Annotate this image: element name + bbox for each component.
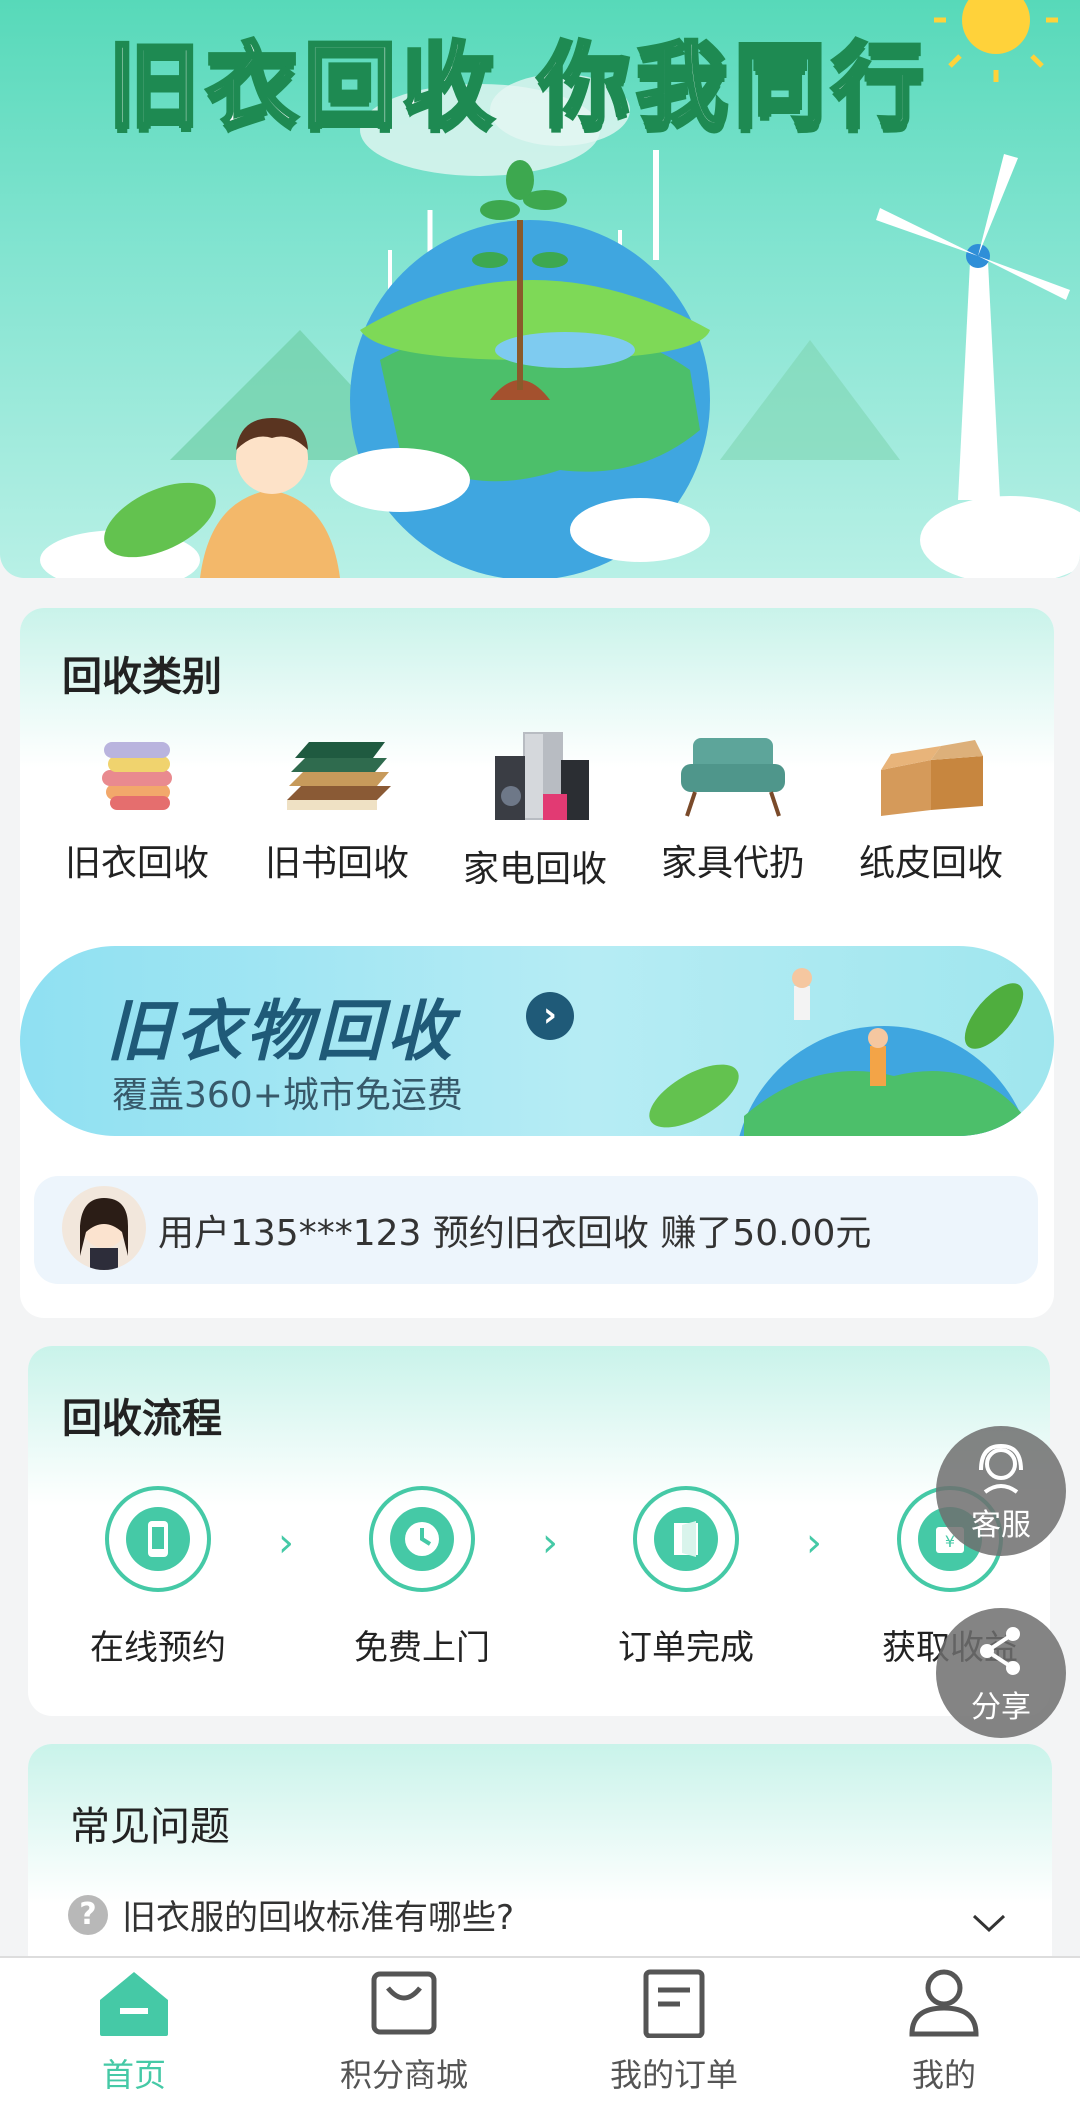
- step-order-complete: 订单完成: [586, 1486, 786, 1669]
- process-card: 回收流程 在线预约 › 免费上门 › 订单完成 › ¥ 获取收益: [28, 1346, 1050, 1716]
- promo-banner[interactable]: 旧衣物回收 › 覆盖360+城市免运费: [20, 946, 1054, 1136]
- customer-service-button[interactable]: 客服: [936, 1426, 1066, 1556]
- faq-question-text: 旧衣服的回收标准有哪些?: [122, 1898, 515, 1938]
- category-item-clothes[interactable]: 旧衣回收: [42, 730, 232, 886]
- chevron-right-icon: ›: [542, 1520, 558, 1566]
- chevron-right-icon: ›: [526, 992, 574, 1040]
- category-item-furniture[interactable]: 家具代扔: [638, 730, 828, 886]
- tab-label: 积分商城: [339, 2056, 468, 2094]
- appliances-icon: [495, 732, 589, 820]
- clothes-icon: [102, 742, 172, 810]
- cardboard-icon: [881, 740, 983, 816]
- door-icon: [654, 1507, 718, 1571]
- chevron-right-icon: ›: [806, 1520, 822, 1566]
- notice-text: 用户135***123 预约旧衣回收 赚了50.00元: [158, 1213, 872, 1254]
- category-label: 纸皮回收: [858, 843, 1003, 884]
- tab-my-orders[interactable]: 我的订单: [574, 1968, 774, 2096]
- category-label: 家具代扔: [660, 843, 805, 884]
- category-label: 旧衣回收: [64, 843, 209, 884]
- bottom-tab-bar: 首页 积分商城 我的订单 我的: [0, 1956, 1080, 2128]
- category-item-appliances[interactable]: 家电回收: [440, 730, 630, 892]
- phone-icon: [126, 1507, 190, 1571]
- home-icon: [100, 1972, 168, 2036]
- category-label: 家电回收: [462, 849, 607, 890]
- tab-mine[interactable]: 我的: [844, 1968, 1044, 2096]
- promo-subtitle: 覆盖360+城市免运费: [112, 1075, 463, 1116]
- hero-title: 旧衣回收 你我同行: [106, 31, 931, 142]
- tab-home[interactable]: 首页: [34, 1968, 234, 2096]
- promo-title: 旧衣物回收: [106, 993, 456, 1070]
- share-button[interactable]: 分享: [936, 1608, 1066, 1738]
- step-label: 订单完成: [618, 1628, 754, 1668]
- faq-question[interactable]: ? 旧衣服的回收标准有哪些?: [68, 1890, 514, 1939]
- step-label: 免费上门: [354, 1628, 490, 1668]
- order-icon: [643, 1969, 705, 2039]
- books-icon: [287, 742, 391, 810]
- headset-icon: [979, 1443, 1023, 1494]
- category-title: 回收类别: [62, 654, 222, 700]
- chevron-down-icon[interactable]: [972, 1914, 1006, 1934]
- sofa-icon: [681, 738, 785, 817]
- category-item-cardboard[interactable]: 纸皮回收: [836, 730, 1026, 886]
- step-free-pickup: 免费上门: [322, 1486, 522, 1669]
- tab-label: 我的订单: [609, 2056, 738, 2094]
- hero-banner[interactable]: 旧衣回收 你我同行: [0, 0, 1080, 578]
- tab-points-mall[interactable]: 积分商城: [304, 1968, 504, 2096]
- process-title: 回收流程: [62, 1396, 222, 1442]
- step-label: 在线预约: [90, 1628, 226, 1668]
- category-item-books[interactable]: 旧书回收: [242, 730, 432, 886]
- clock-icon: [390, 1507, 454, 1571]
- tab-label: 我的: [911, 2056, 976, 2094]
- category-label: 旧书回收: [264, 843, 409, 884]
- faq-title: 常见问题: [70, 1804, 230, 1850]
- earning-notice: 用户135***123 预约旧衣回收 赚了50.00元: [34, 1176, 1038, 1284]
- share-label: 分享: [971, 1690, 1031, 1725]
- user-icon: [909, 1969, 979, 2037]
- step-online-booking: 在线预约: [58, 1486, 258, 1669]
- share-icon: [980, 1627, 1020, 1675]
- chevron-right-icon: ›: [278, 1520, 294, 1566]
- question-icon: ?: [68, 1894, 108, 1935]
- shop-bag-icon: [371, 1971, 437, 2035]
- earth-illustration: [649, 968, 1029, 1136]
- customer-service-label: 客服: [971, 1508, 1031, 1543]
- tab-label: 首页: [101, 2056, 166, 2094]
- avatar: [62, 1186, 146, 1270]
